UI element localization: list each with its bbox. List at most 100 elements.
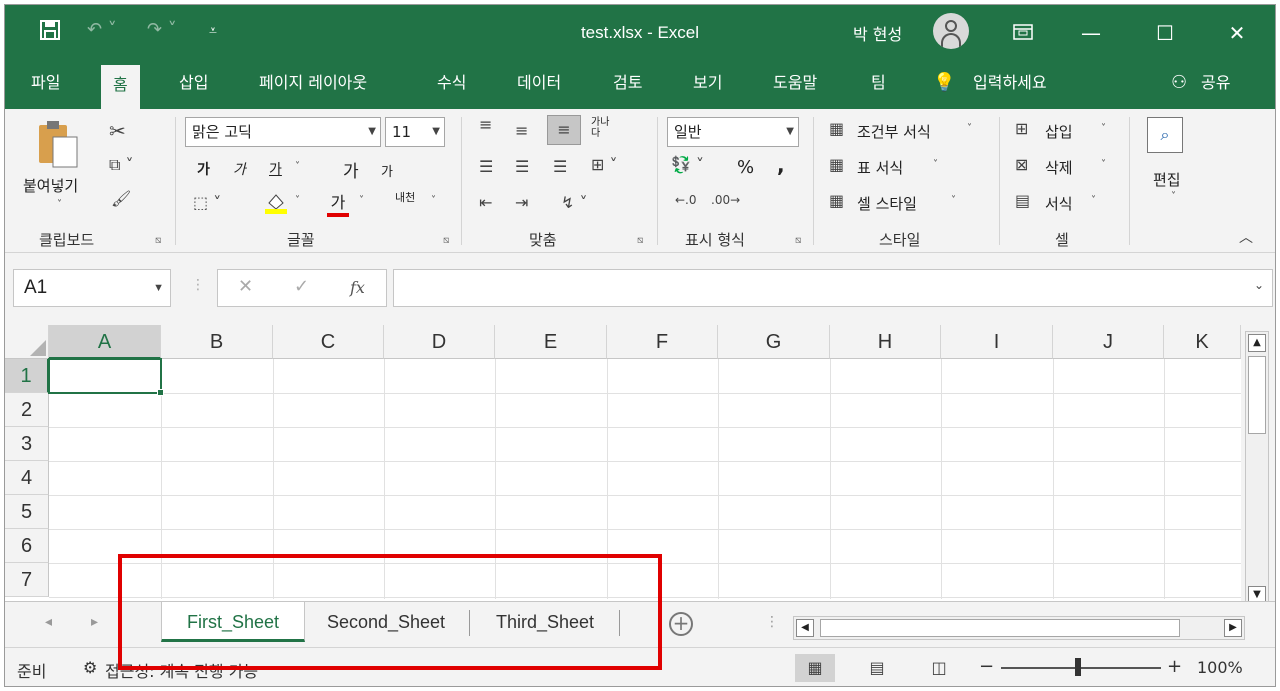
column-header[interactable]: H [830, 325, 941, 359]
shrink-font-button[interactable]: 가 [381, 161, 393, 180]
sheet-tab-second[interactable]: Second_Sheet [307, 602, 465, 642]
tab-formulas[interactable]: 수식 [437, 61, 466, 109]
chevron-down-icon[interactable]: ˅ [967, 123, 972, 134]
decrease-indent-icon[interactable]: ⇤ [479, 193, 492, 212]
fill-handle[interactable] [157, 389, 164, 396]
editing-button[interactable]: 편집 [1153, 169, 1181, 190]
scroll-thumb[interactable] [820, 619, 1180, 637]
column-header[interactable]: B [161, 325, 273, 359]
align-middle-icon[interactable]: ≡ [515, 121, 528, 140]
tab-file[interactable]: 파일 [31, 61, 60, 109]
column-header[interactable]: I [941, 325, 1053, 359]
formula-input[interactable]: ⌄ [393, 269, 1273, 307]
fill-color-icon[interactable] [263, 189, 289, 219]
add-sheet-icon[interactable]: + [669, 612, 693, 636]
accessibility-status[interactable]: 접근성: 계속 진행 가능 [105, 658, 258, 682]
chevron-down-icon[interactable]: ˅ [1101, 159, 1106, 170]
merge-center-icon[interactable]: ⊞ ˅ [591, 155, 618, 174]
tab-view[interactable]: 보기 [693, 61, 722, 109]
align-top-icon[interactable]: ≡ [479, 115, 492, 134]
align-right-icon[interactable]: ☰ [553, 157, 567, 176]
normal-view-icon[interactable]: ▦ [795, 654, 835, 682]
chevron-down-icon[interactable]: ˅ [431, 195, 436, 206]
italic-button[interactable]: 가 [233, 159, 246, 179]
tab-insert[interactable]: 삽입 [179, 61, 208, 109]
vertical-scrollbar[interactable]: ▲ ▼ [1245, 331, 1269, 607]
accessibility-icon[interactable]: ⚙ [83, 658, 97, 677]
number-format-select[interactable]: 일반 ▼ [667, 117, 799, 147]
zoom-slider-thumb[interactable] [1075, 658, 1081, 676]
tab-split-handle-icon[interactable]: ⋮ [765, 614, 779, 630]
zoom-level[interactable]: 100% [1197, 658, 1243, 677]
percent-button[interactable]: % [737, 157, 754, 178]
sheet-tab-first[interactable]: First_Sheet [161, 602, 305, 642]
insert-cells-button[interactable]: 삽입 [1045, 121, 1073, 142]
column-header[interactable]: D [384, 325, 495, 359]
scroll-right-icon[interactable]: ▶ [1224, 619, 1242, 637]
currency-icon[interactable]: 💱 ˅ [671, 155, 704, 174]
tab-help[interactable]: 도움말 [773, 61, 817, 109]
column-header[interactable]: C [273, 325, 384, 359]
row-header[interactable]: 4 [5, 461, 49, 495]
cut-icon[interactable]: ✂ [109, 119, 126, 143]
chevron-down-icon[interactable]: ˅ [933, 159, 938, 170]
copy-icon[interactable]: ⧉ ˅ [109, 155, 134, 175]
delete-cells-icon[interactable]: ⊠ [1015, 155, 1028, 174]
align-bottom-icon[interactable]: ≡ [547, 115, 581, 145]
increase-decimal-icon[interactable]: ←.0 [675, 193, 697, 207]
formula-bar-handle-icon[interactable]: ⋮ [191, 277, 205, 293]
wrap-text-icon[interactable]: ↯ ˅ [561, 193, 588, 212]
chevron-down-icon[interactable]: ˅ [295, 161, 300, 172]
increase-indent-icon[interactable]: ⇥ [515, 193, 528, 212]
column-header[interactable]: F [607, 325, 718, 359]
chevron-down-icon[interactable]: ˅ [1091, 195, 1096, 206]
chevron-down-icon[interactable]: ▼ [153, 270, 164, 306]
next-sheet-icon[interactable]: ▸ [91, 614, 98, 630]
column-header[interactable]: E [495, 325, 607, 359]
bold-button[interactable]: 가 [197, 159, 210, 179]
font-size-select[interactable]: 11 ▼ [385, 117, 445, 147]
chevron-down-icon[interactable]: ˅ [1101, 123, 1106, 134]
expand-formula-bar-icon[interactable]: ⌄ [1254, 278, 1264, 292]
format-cells-icon[interactable]: ▤ [1015, 191, 1030, 210]
row-header[interactable]: 2 [5, 393, 49, 427]
comma-button[interactable]: , [777, 153, 785, 177]
maximize-icon[interactable]: ☐ [1145, 15, 1185, 51]
chevron-down-icon[interactable]: ˅ [951, 195, 956, 206]
tab-data[interactable]: 데이터 [517, 61, 561, 109]
tab-home[interactable]: 홈 [101, 65, 140, 109]
paste-label[interactable]: 붙여넣기 [23, 175, 78, 196]
tab-team[interactable]: 팀 [871, 61, 886, 109]
format-painter-icon[interactable]: 🖌 [111, 189, 131, 208]
zoom-in-button[interactable]: + [1167, 656, 1182, 677]
share-button[interactable]: 공유 [1201, 61, 1230, 109]
align-left-icon[interactable]: ☰ [479, 157, 493, 176]
scroll-thumb[interactable] [1248, 356, 1266, 434]
cell-styles-button[interactable]: 셀 스타일 [857, 193, 917, 214]
font-color-button[interactable]: 가 [327, 189, 349, 217]
conditional-formatting-icon[interactable]: ▦ [829, 119, 844, 138]
dialog-launcher-icon[interactable]: ⧅ [443, 235, 449, 246]
format-as-table-icon[interactable]: ▦ [829, 155, 844, 174]
dialog-launcher-icon[interactable]: ⧅ [637, 235, 643, 246]
close-icon[interactable]: ✕ [1217, 15, 1257, 51]
worksheet-grid[interactable]: A B C D E F G H I J K 1 2 3 4 5 6 7 [5, 325, 1241, 601]
horizontal-scrollbar[interactable]: ◀ ▶ [793, 616, 1245, 640]
format-cells-button[interactable]: 서식 [1045, 193, 1073, 214]
row-header[interactable]: 1 [5, 359, 49, 393]
row-header[interactable]: 3 [5, 427, 49, 461]
chevron-down-icon[interactable]: ˅ [57, 199, 62, 210]
paste-icon[interactable] [35, 119, 81, 175]
cancel-icon[interactable]: ✕ [238, 276, 253, 297]
search-icon[interactable]: ⌕ [1147, 117, 1183, 153]
select-all-corner[interactable] [5, 325, 49, 359]
grow-font-button[interactable]: 가 [343, 157, 359, 182]
chevron-down-icon[interactable]: ˅ [359, 195, 364, 206]
column-header[interactable]: K [1164, 325, 1241, 359]
scroll-up-icon[interactable]: ▲ [1248, 334, 1266, 352]
row-header[interactable]: 5 [5, 495, 49, 529]
user-name[interactable]: 박 현성 [853, 21, 902, 45]
minimize-icon[interactable]: — [1071, 15, 1111, 51]
page-break-view-icon[interactable]: ◫ [919, 654, 959, 682]
column-header[interactable]: J [1053, 325, 1164, 359]
